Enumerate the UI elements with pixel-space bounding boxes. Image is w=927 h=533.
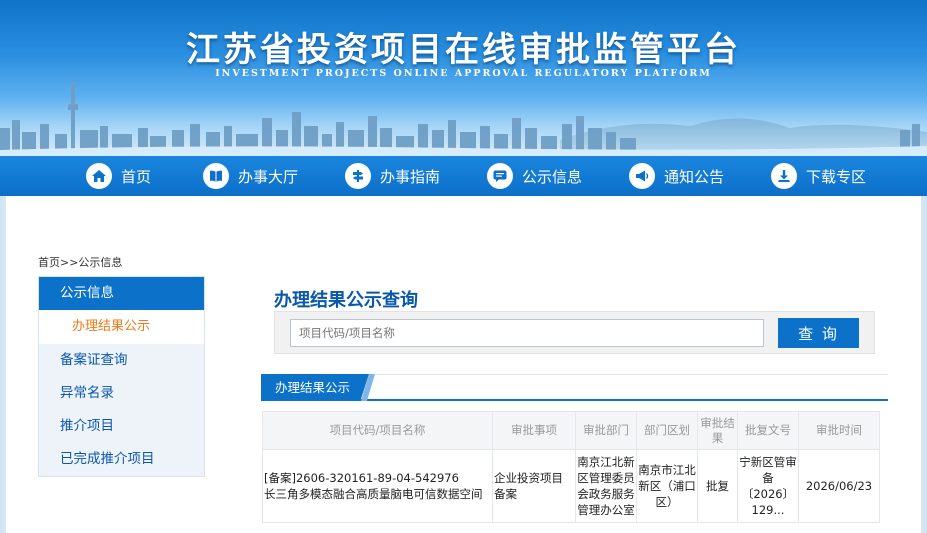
cell-region-text: 南京市江北新区（浦口区） xyxy=(638,463,696,509)
search-panel: 查 询 xyxy=(274,311,875,354)
cell-approval-item-text: 企业投资项目备案 xyxy=(494,471,563,501)
cell-date-text: 2026/06/23 xyxy=(805,479,873,493)
project-code: [备案]2606-320161-89-04-542976 xyxy=(264,471,459,485)
nav-downloads[interactable]: 下载专区 xyxy=(771,156,866,196)
cell-department: 南京江北新区管理委员会政务服务管理办公室 xyxy=(575,449,637,523)
cell-department-text: 南京江北新区管理委员会政务服务管理办公室 xyxy=(577,455,635,517)
project-name: 长三角多模态融合高质量脑电可信数据空间 xyxy=(264,487,483,501)
col-header-region: 部门区划 xyxy=(636,411,698,450)
breadcrumb[interactable]: 首页>>公示信息 xyxy=(38,254,122,270)
nav-guide[interactable]: 办事指南 xyxy=(345,156,440,196)
megaphone-icon xyxy=(629,163,655,189)
col-header-date: 审批时间 xyxy=(798,411,880,450)
search-button[interactable]: 查 询 xyxy=(778,318,859,348)
cell-result-text: 批复 xyxy=(706,479,729,493)
result-tab-bar: 办理结果公示 xyxy=(261,374,888,401)
col-header-project: 项目代码/项目名称 xyxy=(262,411,493,450)
sidebar-item-filing-query[interactable]: 备案证查询 xyxy=(39,344,204,377)
table-header-row: 项目代码/项目名称 审批事项 审批部门 部门区划 审批结果 批复文号 审批时间 xyxy=(262,411,880,450)
sidebar-item-promoted-projects[interactable]: 推介项目 xyxy=(39,410,204,443)
header-banner: 江苏省投资项目在线审批监管平台 INVESTMENT PROJECTS ONLI… xyxy=(0,0,927,156)
cell-result: 批复 xyxy=(697,449,738,523)
cell-project[interactable]: [备案]2606-320161-89-04-542976 长三角多模态融合高质量… xyxy=(262,449,493,523)
col-header-result: 审批结果 xyxy=(697,411,738,450)
sidebar-item-completed-promoted[interactable]: 已完成推介项目 xyxy=(39,443,204,476)
table-row[interactable]: [备案]2606-320161-89-04-542976 长三角多模态融合高质量… xyxy=(262,449,880,523)
nav-service-hall-label: 办事大厅 xyxy=(238,167,299,186)
book-icon xyxy=(203,163,229,189)
download-icon xyxy=(771,163,797,189)
nav-notices-label: 通知公告 xyxy=(664,167,725,186)
nav-home[interactable]: 首页 xyxy=(86,156,151,196)
nav-downloads-label: 下载专区 xyxy=(806,167,867,186)
nav-home-label: 首页 xyxy=(121,167,152,186)
nav-service-hall[interactable]: 办事大厅 xyxy=(203,156,298,196)
nav-public-info[interactable]: 公示信息 xyxy=(487,156,582,196)
nav-public-info-label: 公示信息 xyxy=(522,167,583,186)
col-header-approval-item: 审批事项 xyxy=(492,411,576,450)
cell-doc-no-text: 宁新区管审备〔2026〕129... xyxy=(739,455,797,517)
main-nav: 首页 办事大厅 办事指南 公示信息 通知公告 下载专区 xyxy=(0,156,927,196)
sidebar-subitem-result-publicity[interactable]: 办理结果公示 xyxy=(39,310,204,343)
cell-region: 南京市江北新区（浦口区） xyxy=(636,449,698,523)
results-table: 项目代码/项目名称 审批事项 审批部门 部门区划 审批结果 批复文号 审批时间 … xyxy=(262,411,880,523)
tab-bar-divider xyxy=(369,374,888,375)
cell-project-text: [备案]2606-320161-89-04-542976 长三角多模态融合高质量… xyxy=(264,470,483,502)
tab-result-publicity[interactable]: 办理结果公示 xyxy=(261,374,369,401)
sidebar-item-public-info[interactable]: 公示信息 xyxy=(39,277,204,310)
col-header-department: 审批部门 xyxy=(575,411,637,450)
platform-subtitle: INVESTMENT PROJECTS ONLINE APPROVAL REGU… xyxy=(215,68,712,79)
platform-title: 江苏省投资项目在线审批监管平台 xyxy=(186,30,741,70)
nav-notices[interactable]: 通知公告 xyxy=(629,156,724,196)
nav-guide-label: 办事指南 xyxy=(380,167,441,186)
cell-doc-no: 宁新区管审备〔2026〕129... xyxy=(737,449,799,523)
search-input[interactable] xyxy=(290,319,764,347)
chat-icon xyxy=(487,163,513,189)
cell-date: 2026/06/23 xyxy=(798,449,880,523)
cell-approval-item: 企业投资项目备案 xyxy=(492,449,576,523)
sidebar: 公示信息 办理结果公示 备案证查询 异常名录 推介项目 已完成推介项目 xyxy=(38,276,205,477)
home-icon xyxy=(86,163,112,189)
col-header-doc-no: 批复文号 xyxy=(737,411,799,450)
guide-icon xyxy=(345,163,371,189)
page-title: 办理结果公示查询 xyxy=(274,290,418,311)
cell-project-wrap: [备案]2606-320161-89-04-542976 长三角多模态融合高质量… xyxy=(264,450,491,522)
sidebar-item-abnormal-list[interactable]: 异常名录 xyxy=(39,377,204,410)
